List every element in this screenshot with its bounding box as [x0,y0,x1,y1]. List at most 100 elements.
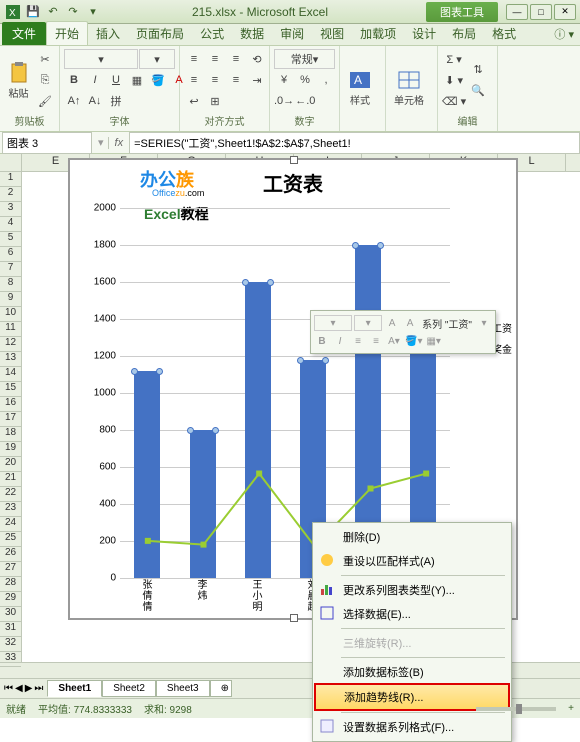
mini-bold-icon[interactable]: B [314,333,330,349]
row-header[interactable]: 9 [0,292,21,307]
tab-chart-format[interactable]: 格式 [484,22,524,45]
tab-insert[interactable]: 插入 [88,22,128,45]
tab-data[interactable]: 数据 [232,22,272,45]
sheet-last-icon[interactable]: ⏭ [34,683,43,694]
format-painter-icon[interactable]: 🖌 [35,91,55,111]
chart-bar[interactable] [134,371,160,578]
select-all-corner[interactable] [0,154,21,172]
decrease-font-icon[interactable]: A↓ [85,91,105,111]
bold-button[interactable]: B [64,70,84,90]
tab-view[interactable]: 视图 [312,22,352,45]
excel-icon[interactable]: X [4,3,22,21]
styles-button[interactable]: A样式 [344,64,376,111]
fx-icon[interactable]: fx [108,137,130,149]
row-header[interactable]: 18 [0,427,21,442]
chart-bar[interactable] [190,430,216,578]
tab-home[interactable]: 开始 [46,21,88,45]
mini-align2-icon[interactable]: ≡ [368,333,384,349]
mini-italic-icon[interactable]: I [332,333,348,349]
row-header[interactable]: 32 [0,637,21,652]
mini-grow-font-icon[interactable]: A [384,315,400,331]
row-header[interactable]: 14 [0,367,21,382]
maximize-button[interactable]: □ [530,4,552,20]
align-top-icon[interactable]: ≡ [184,49,204,69]
row-header[interactable]: 31 [0,622,21,637]
merge-icon[interactable]: ⊞ [205,91,225,111]
row-header[interactable]: 25 [0,532,21,547]
italic-button[interactable]: I [85,70,105,90]
row-header[interactable]: 4 [0,217,21,232]
font-size-select[interactable]: ▾ [139,49,175,69]
chart-bar[interactable] [245,282,271,578]
row-header[interactable]: 19 [0,442,21,457]
row-header[interactable]: 17 [0,412,21,427]
row-header[interactable]: 24 [0,517,21,532]
row-header[interactable]: 22 [0,487,21,502]
border-button[interactable]: ▦ [127,70,147,90]
fill-icon[interactable]: ⬇ ▾ [442,70,466,90]
tab-review[interactable]: 审阅 [272,22,312,45]
sheet-tab-sheet2[interactable]: Sheet2 [102,680,156,697]
row-header[interactable]: 23 [0,502,21,517]
row-header[interactable]: 13 [0,352,21,367]
help-icon[interactable]: ⓘ ▾ [548,23,580,45]
name-box[interactable]: 图表 3 [2,132,92,154]
mini-fontcolor-icon[interactable]: A▾ [386,333,402,349]
sheet-tab-sheet3[interactable]: Sheet3 [156,680,210,697]
tab-page-layout[interactable]: 页面布局 [128,22,192,45]
row-header[interactable]: 33 [0,652,21,667]
indent-icon[interactable]: ⇥ [247,70,267,90]
decrease-decimal-icon[interactable]: ←.0 [295,91,315,111]
sheet-prev-icon[interactable]: ◀ [15,683,23,694]
tab-file[interactable]: 文件 [2,22,46,45]
clear-icon[interactable]: ⌫ ▾ [442,91,466,111]
row-header[interactable]: 5 [0,232,21,247]
row-header[interactable]: 15 [0,382,21,397]
mini-font-select[interactable]: ▾ [314,315,352,331]
mini-shrink-font-icon[interactable]: A [402,315,418,331]
align-left-icon[interactable]: ≡ [184,70,204,90]
row-header[interactable]: 1 [0,172,21,187]
row-header[interactable]: 2 [0,187,21,202]
cm-add-data-labels[interactable]: 添加数据标签(B) [315,660,509,684]
percent-icon[interactable]: % [295,70,315,90]
row-header[interactable]: 20 [0,457,21,472]
copy-icon[interactable]: ⎘ [35,70,55,90]
mini-align-icon[interactable]: ≡ [350,333,366,349]
cells-button[interactable]: 单元格 [390,64,428,111]
qat-dropdown-icon[interactable]: ▾ [84,3,102,21]
currency-icon[interactable]: ¥ [274,70,294,90]
font-family-select[interactable]: ▾ [64,49,138,69]
new-sheet-button[interactable]: ⊕ [210,680,232,697]
save-icon[interactable]: 💾 [24,3,42,21]
grid-body[interactable]: EFGHIJKL 办公族 Officezu.com 工资表 Excel教程 02… [22,154,580,662]
cm-reset-style[interactable]: 重设以匹配样式(A) [315,549,509,573]
tab-formulas[interactable]: 公式 [192,22,232,45]
row-header[interactable]: 16 [0,397,21,412]
row-header[interactable]: 3 [0,202,21,217]
row-header[interactable]: 28 [0,577,21,592]
row-header[interactable]: 8 [0,277,21,292]
cm-delete[interactable]: 删除(D) [315,525,509,549]
chart-title[interactable]: 工资表 [70,160,516,201]
align-center-icon[interactable]: ≡ [205,70,225,90]
zoom-slider[interactable] [476,707,556,711]
align-right-icon[interactable]: ≡ [226,70,246,90]
name-box-dropdown-icon[interactable]: ▾ [94,136,108,149]
row-header[interactable]: 29 [0,592,21,607]
row-header[interactable]: 26 [0,547,21,562]
sheet-tab-sheet1[interactable]: Sheet1 [47,680,102,697]
close-button[interactable]: ✕ [554,4,576,20]
mini-border-icon[interactable]: ▦▾ [425,333,441,349]
cm-format-data-series[interactable]: 设置数据系列格式(F)... [315,715,509,739]
mini-size-select[interactable]: ▾ [354,315,382,331]
orientation-icon[interactable]: ⟲ [247,49,267,69]
minimize-button[interactable]: — [506,4,528,20]
align-bottom-icon[interactable]: ≡ [226,49,246,69]
cm-change-chart-type[interactable]: 更改系列图表类型(Y)... [315,578,509,602]
comma-icon[interactable]: , [316,70,336,90]
tab-chart-design[interactable]: 设计 [404,22,444,45]
mini-dropdown-icon[interactable]: ▾ [476,315,492,331]
row-header[interactable]: 11 [0,322,21,337]
wrap-text-icon[interactable]: ↩ [184,91,204,111]
